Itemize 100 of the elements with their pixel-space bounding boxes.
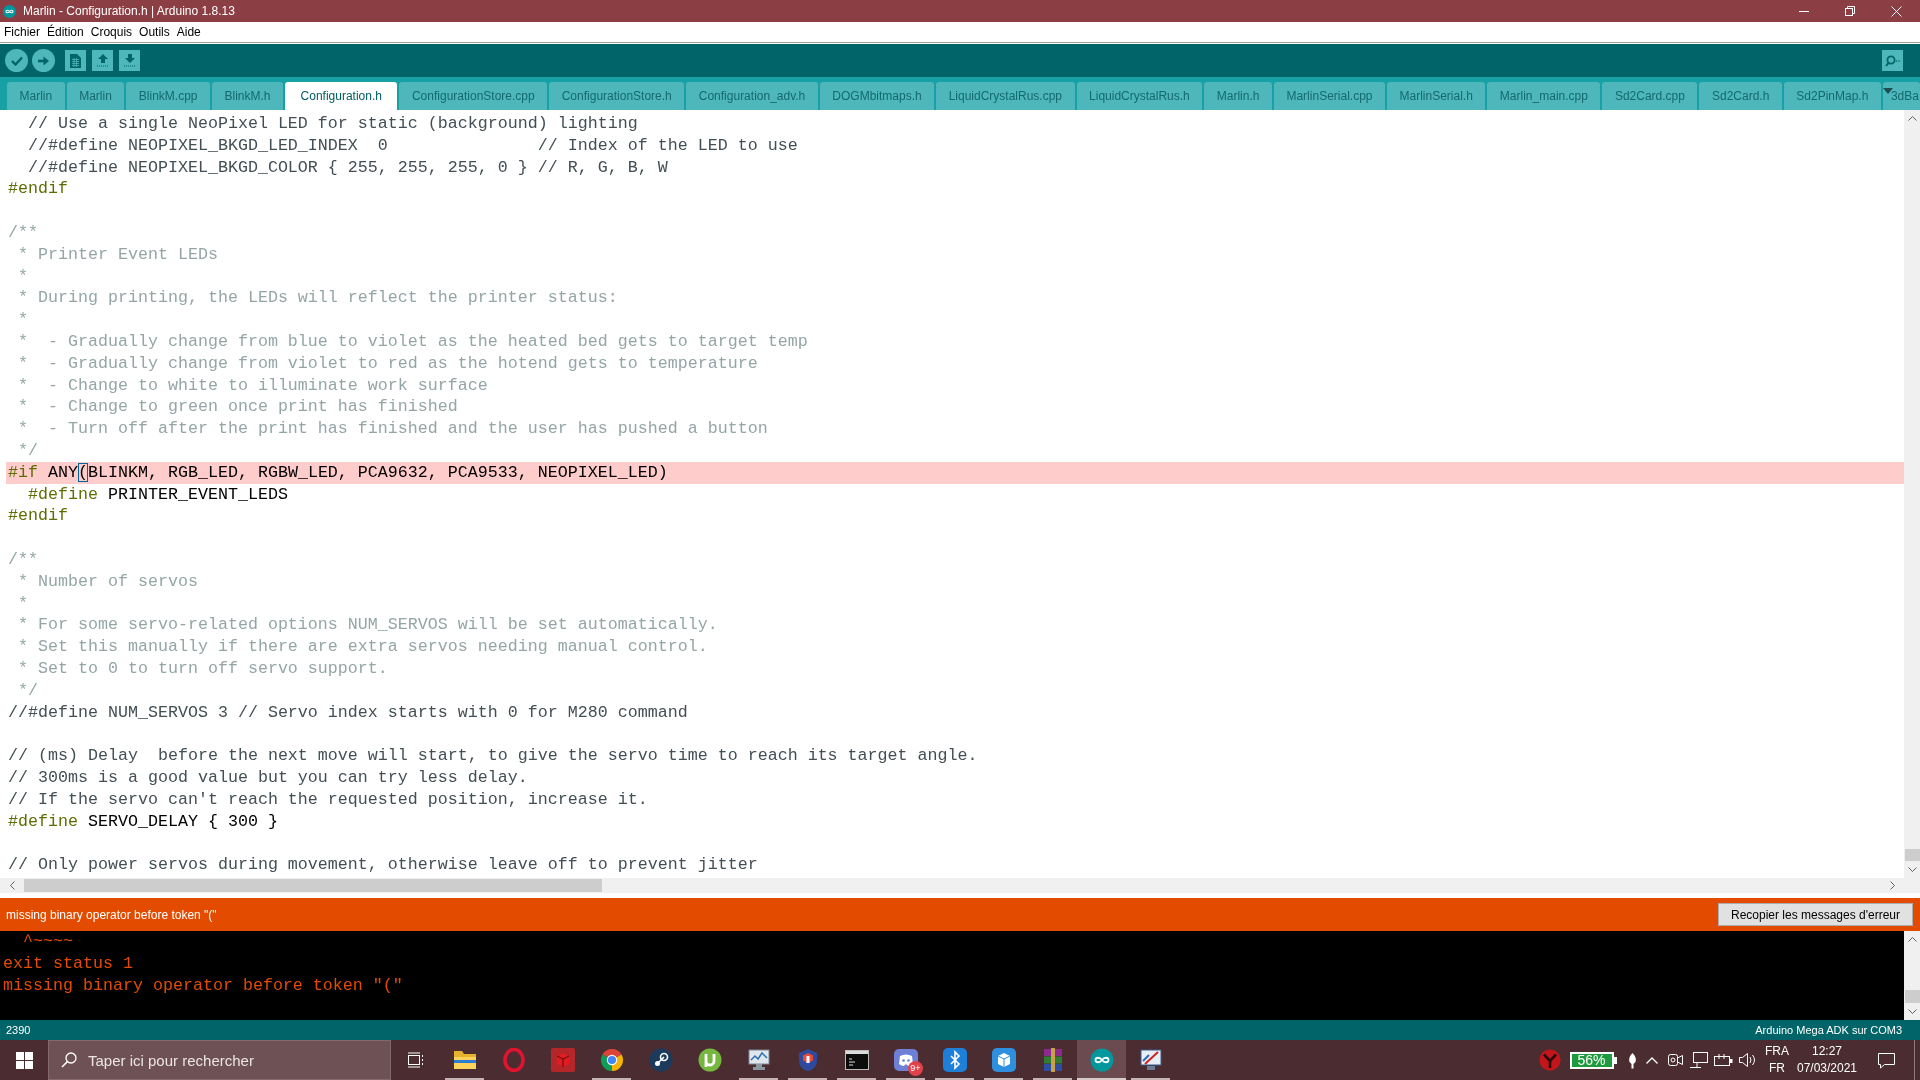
camera-icon[interactable] xyxy=(1666,1052,1684,1068)
file-tab[interactable]: Configuration.h xyxy=(285,82,398,110)
code-line: * - Change to green once print has finished xyxy=(17,396,459,419)
code-line: * - Turn off after the print has finished and the user has pushed a button xyxy=(17,418,769,440)
network-icon[interactable] xyxy=(1690,1052,1708,1068)
file-tab[interactable]: LiquidCrystalRus.cpp xyxy=(936,82,1075,110)
scroll-up-icon[interactable] xyxy=(1907,937,1917,942)
folder-icon xyxy=(452,1050,477,1070)
vertical-scrollbar[interactable] xyxy=(1904,110,1920,878)
magnifier-icon xyxy=(1885,54,1900,67)
verify-button[interactable] xyxy=(5,49,28,72)
terminal-icon xyxy=(844,1050,869,1070)
search-field[interactable]: Taper ici pour rechercher xyxy=(48,1040,391,1080)
file-tab[interactable]: MarlinSerial.cpp xyxy=(1273,82,1385,110)
taskbar-app[interactable] xyxy=(1077,1040,1126,1080)
code-line: * Set this manually if there are extra servos needing manual control. xyxy=(17,636,709,658)
pen-icon[interactable] xyxy=(1627,1051,1637,1069)
minimize-icon xyxy=(1799,10,1809,12)
code-line: #endif xyxy=(7,505,69,528)
file-tab[interactable]: Sd2Card.cpp xyxy=(1602,82,1698,110)
file-tab[interactable]: ConfigurationStore.cpp xyxy=(399,82,548,110)
code-line: //#define NEOPIXEL_BKGD_LED_INDEX 0 // Index of the LED to use xyxy=(27,134,799,157)
menu-item[interactable]: Aide xyxy=(176,25,201,39)
ring-icon xyxy=(502,1048,525,1072)
scrollbar-thumb[interactable] xyxy=(24,879,602,892)
notification-badge: 9+ xyxy=(908,1061,923,1076)
battery-indicator[interactable]: 56% xyxy=(1569,1051,1614,1069)
board-port-label: Arduino Mega ADK sur COM3 xyxy=(1755,1024,1902,1036)
language-button[interactable]: FRA FR xyxy=(1765,1043,1789,1077)
code-line: * xyxy=(17,592,29,615)
scroll-right-icon[interactable] xyxy=(1890,881,1895,890)
file-tab[interactable]: Marlin xyxy=(7,82,65,110)
restore-icon xyxy=(1845,6,1855,16)
code-line: // Only power servos during movement, otherwise leave off to prevent jitter xyxy=(7,854,759,876)
check-icon xyxy=(10,55,23,66)
file-tab[interactable]: Marlin_main.cpp xyxy=(1487,82,1601,110)
menu-item[interactable]: Édition xyxy=(47,25,84,39)
download-arrow-icon xyxy=(123,54,136,67)
clock-button[interactable]: 12:27 07/03/2021 xyxy=(1796,1043,1858,1077)
copy-errors-button[interactable]: Recopier les messages d'erreur xyxy=(1717,903,1913,926)
menu-item[interactable]: Outils xyxy=(139,25,170,39)
code-line: #endif xyxy=(7,178,69,201)
line-number: 2390 xyxy=(6,1024,31,1036)
caret-down-icon[interactable] xyxy=(1883,88,1893,94)
file-tab[interactable]: LiquidCrystalRus.h xyxy=(1076,82,1203,110)
code-line: * During printing, the LEDs will reflect the printer status: xyxy=(17,287,619,310)
upload-arrow-icon xyxy=(96,54,109,67)
document-icon xyxy=(70,53,81,68)
upload-button[interactable] xyxy=(32,49,55,72)
console-line: missing binary operator before token "(" xyxy=(3,975,404,997)
code-line: */ xyxy=(17,439,39,462)
arrow-right-icon xyxy=(38,55,49,66)
code-line: // 300ms is a good value but you can try less delay. xyxy=(7,766,529,789)
scroll-down-icon[interactable] xyxy=(1907,867,1917,872)
file-tab[interactable]: Marlin xyxy=(66,82,125,110)
file-tab[interactable]: ConfigurationStore.h xyxy=(549,82,685,110)
console-line: exit status 1 xyxy=(3,953,134,975)
file-tab[interactable]: Configuration_adv.h xyxy=(686,82,818,110)
code-line: // If the servo can't reach the requested position, increase it. xyxy=(7,788,649,811)
file-tab[interactable]: BlinkM.h xyxy=(212,82,284,110)
bluetooth-icon xyxy=(942,1048,967,1072)
code-line: #define PRINTER_EVENT_LEDS xyxy=(27,483,289,506)
horizontal-scrollbar[interactable] xyxy=(0,878,1920,893)
menu-item[interactable]: Fichier xyxy=(4,25,40,39)
circle-logo-icon xyxy=(697,1048,722,1072)
menu-item[interactable]: Croquis xyxy=(90,25,133,39)
chevron-up-icon[interactable] xyxy=(1646,1056,1658,1064)
new-button[interactable] xyxy=(65,50,86,71)
infinity-icon xyxy=(1089,1048,1114,1072)
save-button[interactable] xyxy=(119,50,140,71)
notification-icon[interactable] xyxy=(1877,1051,1896,1069)
circle-logo-icon xyxy=(599,1048,624,1072)
battery-icon[interactable] xyxy=(1713,1053,1733,1067)
cube-icon xyxy=(991,1048,1016,1072)
file-tab[interactable]: MarlinSerial.h xyxy=(1387,82,1486,110)
error-message: missing binary operator before token "(" xyxy=(6,907,217,922)
emblem-icon[interactable] xyxy=(1539,1049,1561,1071)
code-line: * - Gradually change from violet to red as the hotend gets to temperature xyxy=(17,352,759,375)
chat-app-icon xyxy=(893,1049,918,1071)
file-tab[interactable]: 3dBa xyxy=(1882,82,1920,110)
scroll-up-icon[interactable] xyxy=(1907,116,1917,121)
file-tab[interactable]: Sd2PinMap.h xyxy=(1783,82,1881,110)
open-button[interactable] xyxy=(92,50,113,71)
cube-tile-icon xyxy=(550,1048,575,1072)
code-line: //#define NEOPIXEL_BKGD_COLOR { 255, 255, 255, 0 } // R, G, B, W xyxy=(27,156,669,179)
code-line: * xyxy=(17,265,29,288)
file-tab[interactable]: Sd2Card.h xyxy=(1699,82,1782,110)
speaker-icon[interactable] xyxy=(1737,1052,1757,1068)
file-tab[interactable]: BlinkM.cpp xyxy=(126,82,211,110)
code-line: * Printer Event LEDs xyxy=(17,243,219,266)
scrollbar-thumb[interactable] xyxy=(1904,990,1920,1003)
scroll-left-icon[interactable] xyxy=(10,881,15,890)
console-line: ^~~~~ xyxy=(22,931,74,953)
scroll-down-icon[interactable] xyxy=(1907,1009,1917,1014)
file-tab[interactable]: Marlin.h xyxy=(1204,82,1272,110)
file-tab[interactable]: DOGMbitmaps.h xyxy=(819,82,935,110)
windows-logo-icon xyxy=(15,1051,33,1069)
vertical-scrollbar[interactable] xyxy=(1904,931,1920,1020)
scrollbar-thumb[interactable] xyxy=(1904,849,1920,861)
serial-monitor-button[interactable] xyxy=(1882,50,1903,71)
